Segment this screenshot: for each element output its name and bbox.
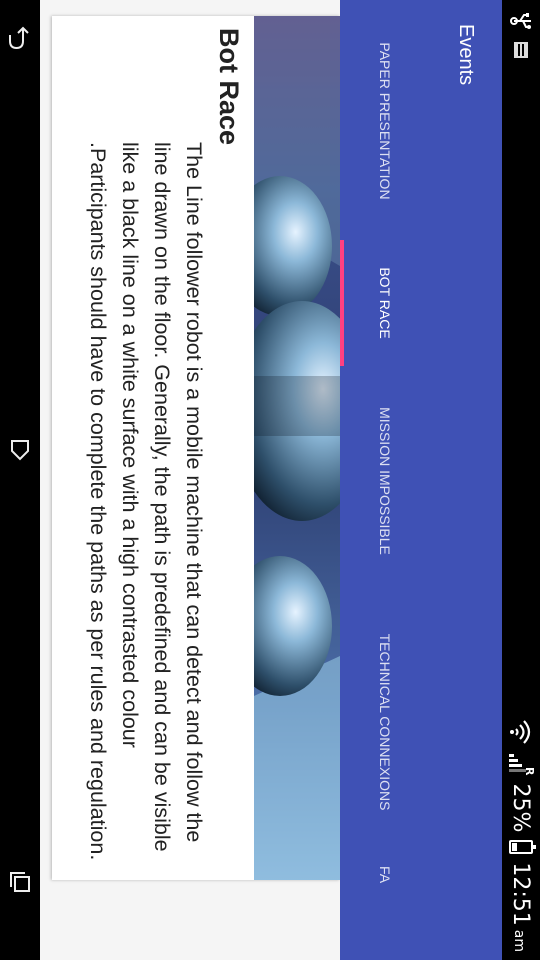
app-title: Events: [455, 24, 477, 86]
tab-partial[interactable]: FA: [340, 866, 430, 926]
event-image: [254, 16, 340, 880]
signal-icon: R: [508, 753, 536, 775]
status-right: R 25% 12:51 am: [502, 719, 540, 952]
rotated-screen: R 25% 12:51 am Events PAPER PRESENTATION…: [0, 0, 540, 960]
app-bar: Events: [430, 0, 502, 960]
battery-percent: 25%: [508, 783, 534, 833]
tab-indicator: [340, 240, 344, 366]
wifi-icon: [510, 720, 531, 745]
notification-icon: [502, 42, 540, 58]
tab-label: TECHNICAL CONNEXIONS: [377, 633, 393, 811]
event-card: Bot Race The Line follower robot is a mo…: [52, 16, 340, 880]
recents-button[interactable]: [0, 852, 40, 912]
tab-label: MISSION IMPOSSIBLE: [377, 407, 393, 555]
tab-technical-connexions[interactable]: TECHNICAL CONNEXIONS: [340, 596, 430, 848]
back-button[interactable]: [0, 8, 40, 68]
tab-label: BOT RACE: [377, 267, 393, 339]
event-description: The Line follower robot is a mobile mach…: [86, 142, 206, 861]
status-bar: R 25% 12:51 am: [502, 0, 540, 960]
usb-icon: [502, 12, 540, 30]
tab-label: FA: [377, 866, 393, 884]
battery-icon: [509, 840, 536, 855]
back-icon: [9, 26, 29, 50]
home-button[interactable]: [0, 420, 40, 480]
clock-ampm: am: [511, 929, 527, 952]
home-icon: [11, 440, 29, 461]
event-title: Bot Race: [214, 28, 244, 146]
content-area[interactable]: Bot Race The Line follower robot is a mo…: [40, 0, 340, 960]
recents-icon: [10, 872, 30, 892]
tab-label: PAPER PRESENTATION: [377, 42, 393, 200]
tab-bar: PAPER PRESENTATION BOT RACE MISSION IMPO…: [340, 0, 430, 960]
tab-mission-impossible[interactable]: MISSION IMPOSSIBLE: [340, 378, 430, 584]
tab-bot-race[interactable]: BOT RACE: [340, 240, 430, 366]
clock-time: 12:51: [508, 862, 534, 926]
navigation-bar: [0, 0, 40, 960]
tab-paper-presentation[interactable]: PAPER PRESENTATION: [340, 14, 430, 228]
